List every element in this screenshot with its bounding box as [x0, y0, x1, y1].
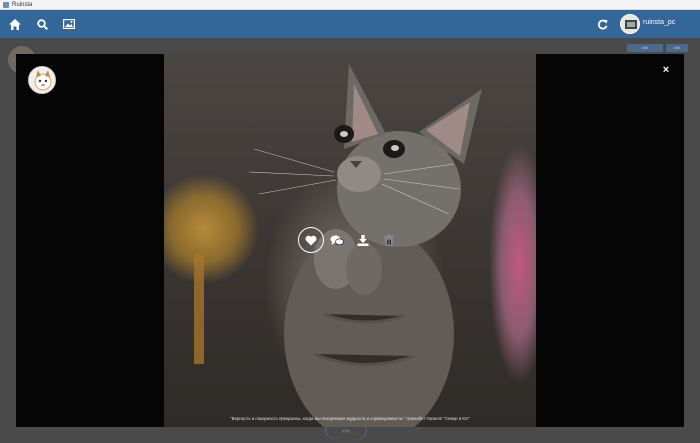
window-title: Ruinsta	[12, 2, 33, 8]
window-titlebar: Ruinsta	[0, 0, 700, 10]
trash-icon[interactable]	[381, 232, 397, 248]
username-label[interactable]: ruinsta_pc	[643, 19, 675, 26]
refresh-icon[interactable]	[594, 16, 610, 32]
poster-avatar[interactable]	[28, 66, 56, 94]
photo-viewer-modal: × "Верность и покорность прекрасны, когд…	[16, 54, 684, 427]
comments-icon[interactable]	[329, 232, 345, 248]
feed-load-more-label: ###	[341, 429, 351, 435]
user-avatar[interactable]	[620, 14, 640, 34]
app-icon	[3, 2, 9, 8]
search-icon[interactable]	[34, 16, 50, 32]
cat-photo	[164, 54, 536, 427]
top-navigation-bar: ruinsta_pc	[0, 10, 700, 38]
download-icon[interactable]	[355, 232, 371, 248]
photo-caption: "Верность и покорность прекрасны, когда …	[230, 416, 470, 421]
photo-icon[interactable]	[61, 16, 77, 32]
feed-button-2: ###	[666, 44, 688, 52]
home-icon[interactable]	[7, 16, 23, 32]
heart-icon[interactable]	[298, 227, 324, 253]
close-icon[interactable]: ×	[660, 64, 672, 76]
feed-button-1: ###	[627, 44, 663, 52]
